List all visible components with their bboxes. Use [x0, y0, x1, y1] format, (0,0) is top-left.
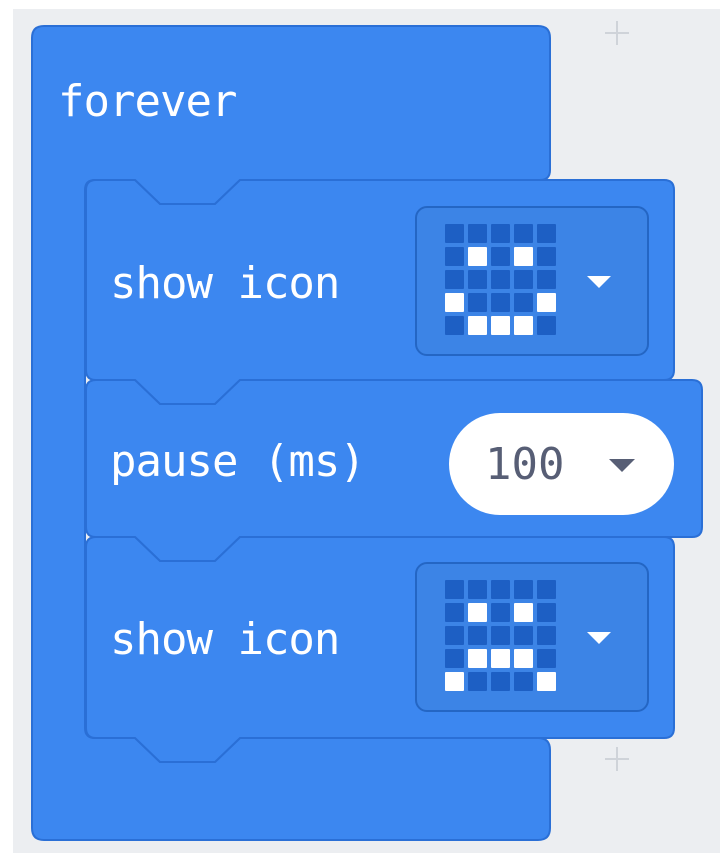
- led-4-2: [491, 316, 510, 335]
- led-0-1: [468, 224, 487, 243]
- led-0-3: [514, 224, 533, 243]
- led-2-3: [514, 270, 533, 289]
- led-0-1: [468, 580, 487, 599]
- led-2-0: [445, 626, 464, 645]
- led-0-4: [537, 224, 556, 243]
- pause-label: pause (ms): [110, 436, 366, 487]
- led-3-0: [445, 649, 464, 668]
- led-2-0: [445, 270, 464, 289]
- led-0-3: [514, 580, 533, 599]
- led-1-1: [468, 247, 487, 266]
- chevron-down-icon[interactable]: [609, 459, 635, 472]
- led-1-2: [491, 247, 510, 266]
- pause-duration-value[interactable]: 100: [485, 443, 564, 487]
- led-0-4: [537, 580, 556, 599]
- led-3-3: [514, 293, 533, 312]
- chevron-down-icon[interactable]: [587, 632, 611, 644]
- led-3-4: [537, 293, 556, 312]
- led-1-4: [537, 603, 556, 622]
- led-1-0: [445, 247, 464, 266]
- led-4-4: [537, 316, 556, 335]
- led-4-0: [445, 672, 464, 691]
- led-0-2: [491, 580, 510, 599]
- led-2-2: [491, 270, 510, 289]
- led-2-4: [537, 626, 556, 645]
- led-4-1: [468, 316, 487, 335]
- led-3-4: [537, 649, 556, 668]
- led-3-3: [514, 649, 533, 668]
- pause-duration-field[interactable]: 100: [449, 413, 674, 515]
- led-0-0: [445, 580, 464, 599]
- sad-face-icon: [445, 580, 559, 694]
- led-3-1: [468, 649, 487, 668]
- show-icon-label-1: show icon: [110, 258, 340, 309]
- led-3-2: [491, 293, 510, 312]
- led-2-1: [468, 270, 487, 289]
- led-4-2: [491, 672, 510, 691]
- led-1-2: [491, 603, 510, 622]
- forever-label: forever: [58, 76, 237, 127]
- led-1-3: [514, 603, 533, 622]
- led-1-1: [468, 603, 487, 622]
- led-4-1: [468, 672, 487, 691]
- show-icon-label-2: show icon: [110, 614, 340, 665]
- led-3-2: [491, 649, 510, 668]
- led-1-0: [445, 603, 464, 622]
- led-0-0: [445, 224, 464, 243]
- led-3-0: [445, 293, 464, 312]
- chevron-down-icon[interactable]: [587, 276, 611, 288]
- led-2-3: [514, 626, 533, 645]
- led-4-3: [514, 316, 533, 335]
- icon-picker-1[interactable]: [415, 206, 649, 356]
- led-1-4: [537, 247, 556, 266]
- led-4-0: [445, 316, 464, 335]
- led-1-3: [514, 247, 533, 266]
- happy-face-icon: [445, 224, 559, 338]
- led-2-1: [468, 626, 487, 645]
- led-3-1: [468, 293, 487, 312]
- led-4-4: [537, 672, 556, 691]
- icon-picker-2[interactable]: [415, 562, 649, 712]
- led-4-3: [514, 672, 533, 691]
- led-2-4: [537, 270, 556, 289]
- led-2-2: [491, 626, 510, 645]
- led-0-2: [491, 224, 510, 243]
